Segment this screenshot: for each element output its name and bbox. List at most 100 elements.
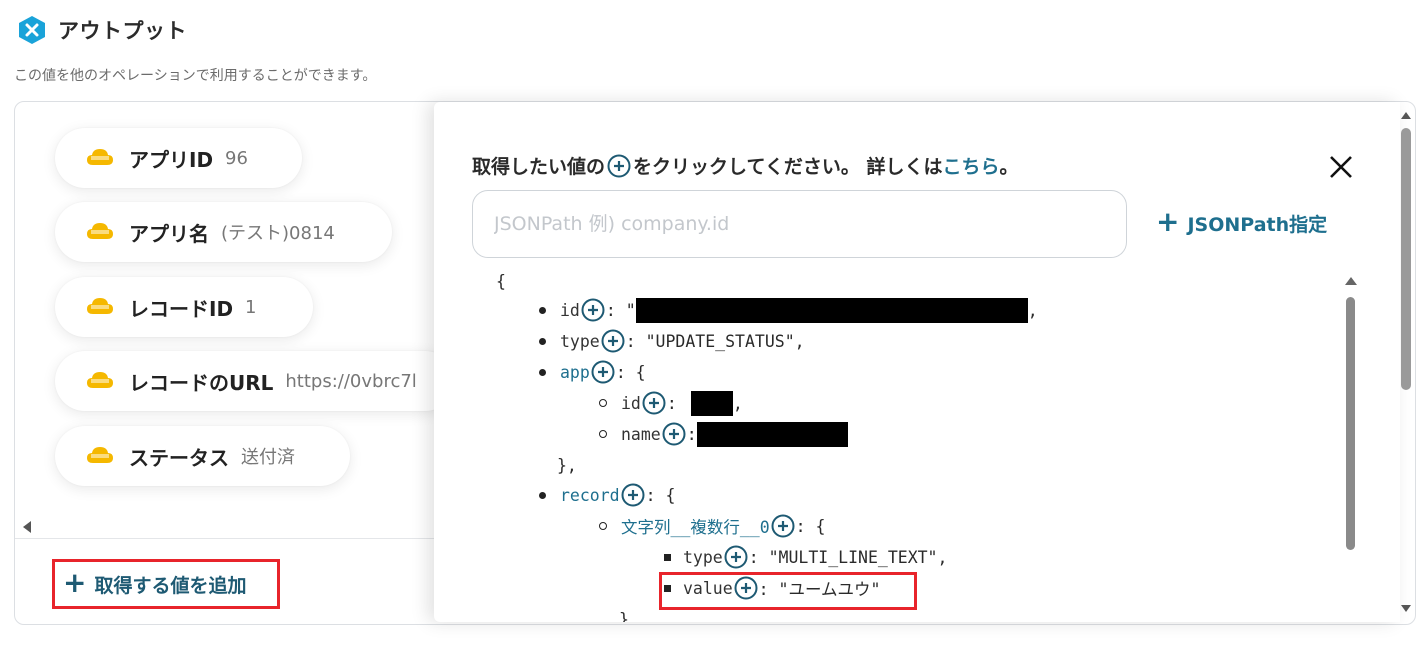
jsonpath-button-label: JSONPath指定 xyxy=(1187,214,1328,236)
tree-line-field: 文字列__複数行__0 : { xyxy=(599,511,825,541)
help-link[interactable]: こちら xyxy=(943,152,1000,179)
add-path-button[interactable] xyxy=(621,483,645,507)
json-punct: : " xyxy=(605,300,636,320)
instruction-text: をクリックしてください。 詳しくは xyxy=(633,156,943,178)
output-chip-record-url[interactable]: レコードのURL https://0vbrc7l xyxy=(55,351,455,411)
json-key: type xyxy=(560,331,600,351)
tree-line: }, xyxy=(557,450,577,480)
page-scrollbar[interactable] xyxy=(1398,104,1414,620)
output-chip-record-id[interactable]: レコードID 1 xyxy=(55,277,313,337)
scrollbar-thumb[interactable] xyxy=(1401,128,1411,390)
bullet xyxy=(539,306,546,314)
json-tree: { id : " , type : "UPDATE_STATUS", app :… xyxy=(474,266,1344,623)
json-punct: , xyxy=(1027,300,1038,320)
close-icon[interactable] xyxy=(1326,152,1356,182)
output-value: 96 xyxy=(225,147,248,169)
tree-line-id: id : " , xyxy=(539,295,1038,325)
add-path-button[interactable] xyxy=(601,329,625,353)
json-value: : "UPDATE_STATUS", xyxy=(625,331,805,351)
json-punct: }, xyxy=(619,609,639,623)
kintone-icon xyxy=(85,221,115,243)
page-title: アウトプット xyxy=(58,19,187,43)
scrollbar-thumb[interactable] xyxy=(1346,297,1355,550)
redacted-block xyxy=(690,390,733,416)
json-key: id xyxy=(621,393,641,413)
brace: { xyxy=(496,271,506,291)
tree-scrollbar[interactable] xyxy=(1343,277,1357,622)
instruction-text: 。 xyxy=(999,156,1019,178)
json-punct: : { xyxy=(795,516,826,536)
add-path-button[interactable] xyxy=(771,514,795,538)
bullet xyxy=(599,430,607,438)
tree-line-app: app : { xyxy=(539,357,646,387)
json-key: record xyxy=(560,485,620,505)
tree-line-type: type : "UPDATE_STATUS", xyxy=(539,326,805,356)
output-label: レコードのURL xyxy=(129,370,274,395)
json-punct: : xyxy=(686,424,697,444)
add-value-button[interactable]: + 取得する値を追加 xyxy=(52,559,280,609)
bullet xyxy=(539,337,546,345)
output-label: ステータス xyxy=(129,445,229,470)
add-path-button[interactable] xyxy=(662,422,686,446)
json-punct: : { xyxy=(615,362,646,382)
popup-instruction: 取得したい値の をクリックしてください。 詳しくは こちら 。 xyxy=(472,152,1019,179)
output-chip-app-id[interactable]: アプリID 96 xyxy=(55,128,302,188)
output-value: 送付済 xyxy=(241,447,295,468)
scroll-down-arrow-icon[interactable] xyxy=(1401,605,1411,612)
circle-plus-icon xyxy=(607,154,631,178)
redacted-block xyxy=(635,297,1028,323)
add-path-button[interactable] xyxy=(581,298,605,322)
output-chip-app-name[interactable]: アプリ名 (テスト)0814 xyxy=(55,202,392,262)
output-value: (テスト)0814 xyxy=(221,223,335,244)
bullet xyxy=(599,522,607,530)
json-key: 文字列__複数行__0 xyxy=(621,518,770,537)
tree-line-record: record : { xyxy=(539,480,675,510)
add-path-button[interactable] xyxy=(724,545,748,569)
json-punct: : xyxy=(666,393,677,413)
instruction-text: 取得したい値の xyxy=(472,156,606,178)
kintone-icon xyxy=(85,296,115,318)
tree-line: { xyxy=(496,266,506,296)
plus-icon: + xyxy=(63,565,87,599)
json-value: : "MULTI_LINE_TEXT", xyxy=(748,547,948,567)
kintone-icon xyxy=(85,147,115,169)
bullet xyxy=(539,368,546,376)
kintone-icon xyxy=(85,445,115,467)
tree-line: }, xyxy=(619,604,639,623)
add-path-button[interactable] xyxy=(642,391,666,415)
divider xyxy=(15,538,445,539)
scroll-left-arrow-icon[interactable] xyxy=(23,521,31,533)
jsonpath-specify-button[interactable]: + JSONPath指定 xyxy=(1156,205,1328,238)
tree-line-app-name: name : xyxy=(599,419,848,449)
json-key: id xyxy=(560,300,580,320)
output-header: アウトプット xyxy=(16,14,187,46)
highlight-box xyxy=(659,572,917,610)
bullet xyxy=(599,399,607,407)
output-value: https://0vbrc7l xyxy=(285,370,417,392)
jsonpath-search-input[interactable] xyxy=(472,190,1127,258)
json-punct: }, xyxy=(557,455,577,475)
scroll-up-arrow-icon[interactable] xyxy=(1345,277,1357,285)
output-label: アプリID xyxy=(129,147,214,172)
json-punct: , xyxy=(732,393,743,413)
tree-line-field-type: type : "MULTI_LINE_TEXT", xyxy=(664,542,947,572)
redacted-block xyxy=(696,421,848,447)
output-chip-status[interactable]: ステータス 送付済 xyxy=(55,426,350,486)
output-label: アプリ名 xyxy=(129,221,209,246)
kintone-icon xyxy=(85,370,115,392)
output-value: 1 xyxy=(245,296,257,318)
json-key: app xyxy=(560,362,590,382)
json-punct: : { xyxy=(645,485,676,505)
jsonpath-popup: 取得したい値の をクリックしてください。 詳しくは こちら 。 + JSONPa… xyxy=(434,102,1400,622)
add-path-button[interactable] xyxy=(591,360,615,384)
plus-icon: + xyxy=(1156,205,1180,238)
output-label: レコードID xyxy=(129,296,234,321)
add-value-label: 取得する値を追加 xyxy=(94,574,247,597)
scroll-up-arrow-icon[interactable] xyxy=(1401,112,1411,119)
json-key: name xyxy=(621,424,661,444)
bullet xyxy=(664,553,671,561)
json-key: type xyxy=(683,547,723,567)
yoom-logo-icon xyxy=(16,14,48,46)
bullet xyxy=(539,491,546,499)
page-subtitle: この値を他のオペレーションで利用することができます。 xyxy=(14,68,377,84)
